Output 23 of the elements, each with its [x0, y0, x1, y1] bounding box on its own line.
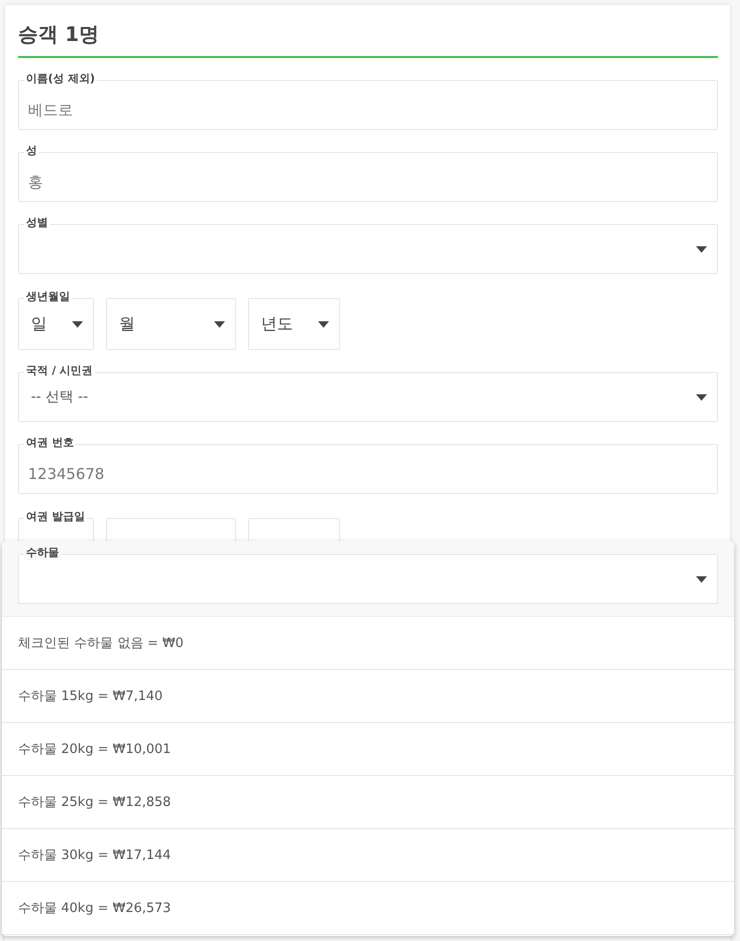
field-label: 성별	[24, 216, 50, 230]
field-label: 생년월일	[24, 290, 72, 304]
dropdown-option[interactable]: 수하물 20kg = ₩10,001	[2, 723, 734, 776]
dropdown-option[interactable]: 수하물 40kg = ₩26,573	[2, 882, 734, 935]
field-label: 여권 번호	[24, 436, 76, 450]
field-label: 성	[24, 144, 39, 158]
dropdown-option[interactable]: 수하물 30kg = ₩17,144	[2, 829, 734, 882]
field-label: 이름(성 제외)	[24, 72, 97, 86]
field-label: 국적 / 시민권	[24, 364, 95, 378]
dropdown-option[interactable]: 체크인된 수하물 없음 = ₩0	[2, 617, 734, 670]
caret-icon	[318, 320, 329, 328]
dropdown-option[interactable]: 수하물 15kg = ₩7,140	[2, 670, 734, 723]
field-label: 수하물	[24, 546, 61, 560]
select-field[interactable]: 년도	[248, 298, 340, 350]
select-field[interactable]: 월	[106, 298, 236, 350]
section-heading: 승객 1명	[18, 21, 718, 58]
caret-icon	[696, 246, 707, 252]
caret-icon	[696, 394, 707, 400]
caret-icon	[72, 320, 83, 328]
caret-icon	[696, 576, 707, 582]
field-label: 여권 발급일	[24, 510, 87, 524]
dropdown-option[interactable]: 수하물 25kg = ₩12,858	[2, 776, 734, 829]
caret-icon	[214, 320, 225, 328]
